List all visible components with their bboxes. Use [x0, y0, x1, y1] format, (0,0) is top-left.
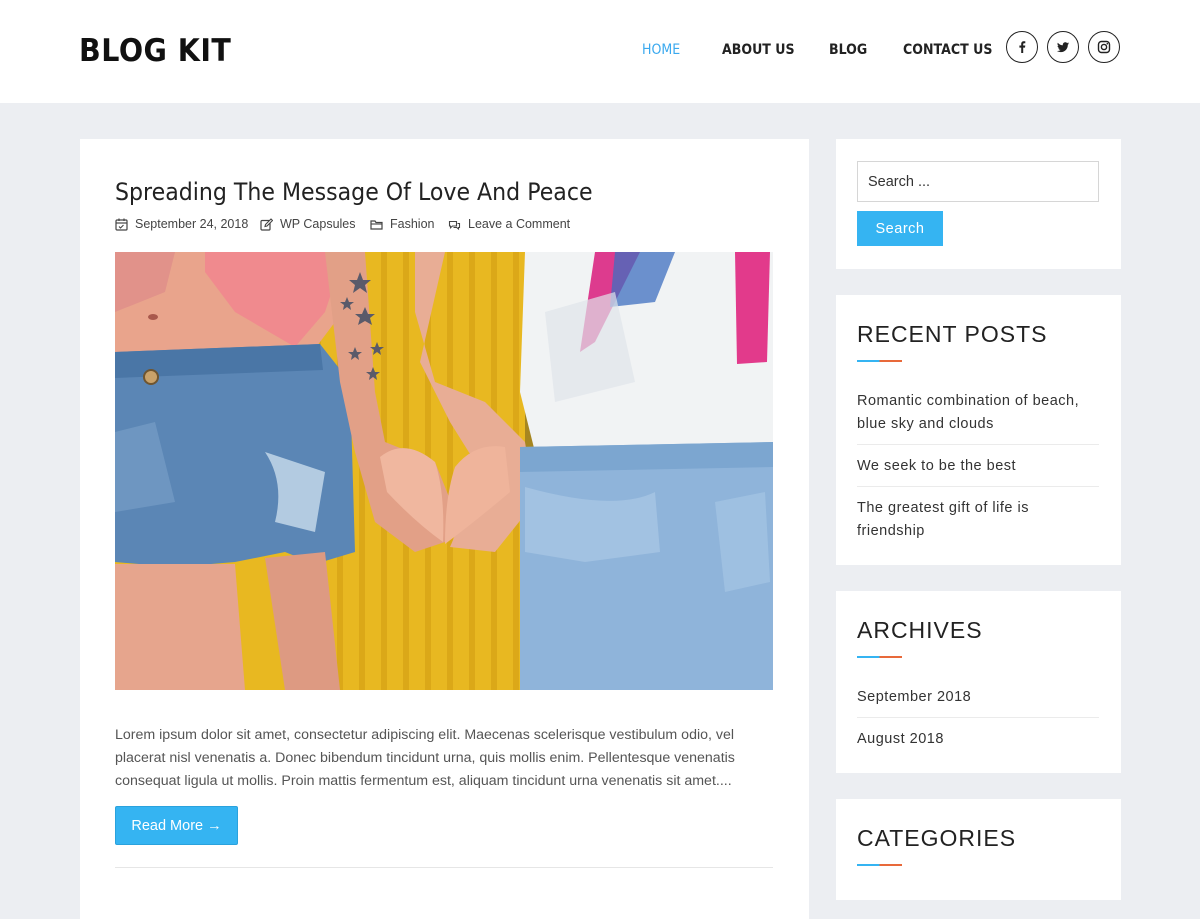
recent-posts-widget: RECENT POSTS Romantic combination of bea… — [836, 295, 1121, 565]
post-title[interactable]: Spreading The Message Of Love And Peace — [115, 178, 593, 206]
archives-widget: ARCHIVES September 2018 August 2018 — [836, 591, 1121, 773]
post-comments-link[interactable]: Leave a Comment — [448, 217, 570, 231]
recent-posts-title: RECENT POSTS — [857, 321, 1048, 347]
post-excerpt: Lorem ipsum dolor sit amet, consectetur … — [115, 727, 735, 789]
post-comments-text: Leave a Comment — [468, 217, 571, 231]
search-input[interactable]: Search ... — [857, 161, 1099, 202]
archive-item[interactable]: September 2018 — [857, 686, 1099, 709]
categories-widget: CATEGORIES — [836, 799, 1121, 900]
comments-icon — [448, 220, 461, 230]
recent-post-item[interactable]: The greatest gift of life is friendship — [857, 497, 1099, 543]
list-divider — [857, 444, 1099, 445]
title-underline — [857, 656, 902, 658]
search-widget: Search ... Search — [836, 139, 1121, 269]
list-divider — [857, 486, 1099, 487]
archives-title: ARCHIVES — [857, 617, 983, 643]
post-category-text: Fashion — [390, 217, 435, 231]
recent-post-item[interactable]: Romantic combination of beach, blue sky … — [857, 390, 1099, 436]
post-category[interactable]: Fashion — [370, 217, 434, 231]
twitter-icon[interactable] — [1047, 31, 1079, 63]
read-more-button[interactable]: Read More → — [115, 806, 238, 845]
list-divider — [857, 717, 1099, 718]
post-featured-image[interactable] — [115, 252, 773, 690]
archive-item[interactable]: August 2018 — [857, 728, 1099, 751]
nav-item-contact-us[interactable]: CONTACT US — [903, 42, 992, 58]
post-card: Spreading The Message Of Love And Peace … — [80, 139, 809, 919]
post-date-text: September 24, 2018 — [135, 217, 249, 231]
title-underline — [857, 360, 902, 362]
post-divider — [115, 867, 773, 868]
post-author[interactable]: WP Capsules — [260, 217, 356, 231]
edit-icon — [260, 217, 273, 231]
instagram-icon[interactable] — [1088, 31, 1120, 63]
search-button[interactable]: Search — [857, 211, 943, 246]
nav-item-about-us[interactable]: ABOUT US — [722, 42, 795, 58]
folder-icon — [370, 219, 383, 230]
post-author-text: WP Capsules — [280, 217, 356, 231]
categories-title: CATEGORIES — [857, 825, 1017, 851]
site-logo[interactable]: BLOG KIT — [79, 33, 231, 69]
post-date[interactable]: September 24, 2018 — [115, 217, 248, 231]
nav-item-blog[interactable]: BLOG — [829, 42, 867, 58]
calendar-icon — [115, 218, 128, 231]
recent-post-item[interactable]: We seek to be the best — [857, 455, 1099, 478]
facebook-icon[interactable] — [1006, 31, 1038, 63]
site-header: BLOG KIT HOME ABOUT US BLOG CONTACT US — [0, 0, 1200, 103]
title-underline — [857, 864, 902, 866]
nav-item-home[interactable]: HOME — [642, 42, 680, 58]
